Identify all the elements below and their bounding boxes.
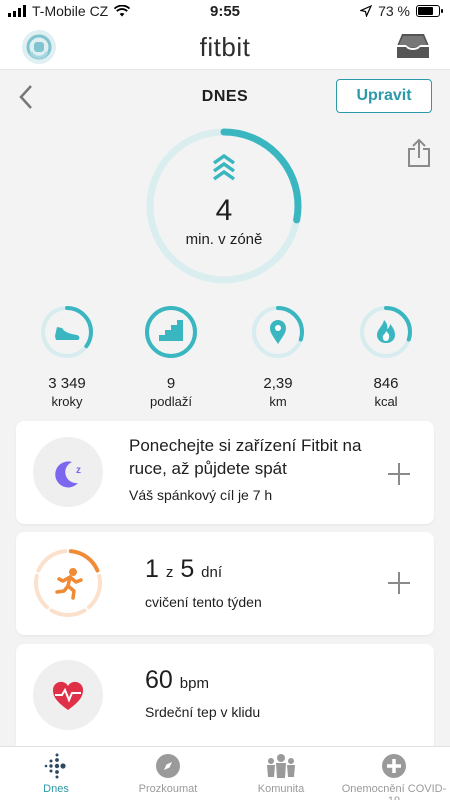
sleep-card-title: Ponechejte si zařízení Fitbit na ruce, a… [129, 436, 362, 478]
exercise-card-subtitle: cvičení tento týden [145, 594, 262, 610]
exercise-of-word: z [165, 564, 174, 581]
distance-value: 2,39 [263, 375, 293, 392]
inbox-icon[interactable] [396, 32, 430, 60]
tab-dnes[interactable]: Dnes [0, 753, 112, 795]
heart-rate-value: 60 [145, 666, 173, 694]
battery-percent: 73 % [378, 3, 410, 19]
flame-icon [377, 320, 395, 343]
tab-label: Onemocnění COVID-19 [341, 783, 447, 800]
sleep-icon-bubble: z [33, 437, 103, 507]
exercise-unit: dní [201, 564, 223, 581]
stat-distance[interactable]: 2,39 km [233, 305, 323, 409]
plus-circle-icon [382, 754, 406, 778]
stat-floors[interactable]: 9 podlaží [126, 305, 216, 409]
exercise-total-value: 5 [180, 555, 195, 583]
floors-ring [145, 306, 197, 358]
steps-ring [41, 306, 93, 358]
floors-value: 9 [166, 375, 176, 392]
heart-rate-card[interactable]: 60 bpm Srdeční tep v klidu [16, 644, 434, 754]
steps-label: kroky [51, 394, 83, 409]
compass-icon [156, 754, 180, 778]
floors-label: podlaží [150, 394, 192, 409]
exercise-day-segment [68, 549, 100, 573]
zone-minutes-value: 4 [215, 194, 233, 227]
exercise-day-segment [49, 608, 87, 617]
app-header: fitbit [0, 22, 450, 70]
sleep-card[interactable]: z Ponechejte si zařízení Fitbit na ruce,… [16, 421, 434, 524]
location-pin-icon [270, 320, 286, 344]
zone-minutes-icon [212, 154, 236, 181]
bottom-tab-bar: Dnes Prozkoumat Komunita Onemocnění COVI… [0, 746, 450, 800]
tab-prozkoumat[interactable]: Prozkoumat [112, 753, 224, 795]
exercise-day-segment [36, 549, 68, 573]
calories-label: kcal [374, 394, 398, 409]
sleep-card-subtitle: Váš spánkový cíl je 7 h [129, 487, 273, 503]
heart-rate-value-row: 60 bpm [145, 666, 209, 695]
distance-ring [252, 306, 304, 358]
moon-icon: z [55, 461, 81, 488]
stairs-icon [159, 320, 183, 341]
tab-label: Dnes [43, 783, 69, 795]
add-exercise-plus-icon[interactable] [386, 570, 412, 596]
location-arrow-icon [360, 5, 373, 17]
zone-minutes-caption: min. v zóně [185, 231, 263, 248]
runner-icon [55, 568, 83, 600]
tab-covid[interactable]: Onemocnění COVID-19 [338, 753, 450, 800]
heart-icon-bubble [33, 660, 103, 730]
exercise-card[interactable]: 1 z 5 dní cvičení tento týden [16, 532, 434, 635]
active-zone-ring[interactable]: 4 min. v zóně [144, 126, 304, 286]
calories-value: 846 [373, 375, 399, 392]
exercise-icon-bubble [33, 548, 103, 618]
heart-rate-subtitle: Srdeční tep v klidu [145, 704, 261, 720]
share-icon[interactable] [406, 138, 432, 168]
distance-label: km [269, 394, 287, 409]
tab-label: Prozkoumat [138, 783, 198, 795]
steps-value: 3 349 [48, 375, 86, 392]
stat-steps[interactable]: 3 349 kroky [22, 305, 112, 409]
sub-header: DNES Upravit [0, 71, 450, 123]
calories-ring [360, 306, 412, 358]
exercise-day-segment [34, 573, 50, 610]
exercise-count-value: 1 [145, 555, 159, 583]
exercise-count: 1 z 5 dní [145, 555, 222, 584]
battery-icon [416, 5, 443, 17]
fitbit-dots-icon [44, 753, 66, 779]
tab-label: Komunita [257, 783, 305, 795]
edit-button[interactable]: Upravit [336, 79, 432, 113]
svg-text:z: z [76, 465, 81, 476]
community-icon [267, 754, 295, 778]
exercise-day-segment [86, 573, 102, 610]
add-sleep-plus-icon[interactable] [386, 461, 412, 487]
shoe-icon [55, 327, 80, 340]
exercise-days-ring [34, 549, 102, 617]
heart-rate-unit: bpm [179, 675, 209, 692]
tab-komunita[interactable]: Komunita [225, 753, 337, 795]
stat-calories[interactable]: 846 kcal [341, 305, 431, 409]
status-bar: T-Mobile CZ 9:55 73 % [0, 0, 450, 22]
fitbit-logo: fitbit [199, 32, 251, 62]
heart-icon [52, 681, 84, 710]
